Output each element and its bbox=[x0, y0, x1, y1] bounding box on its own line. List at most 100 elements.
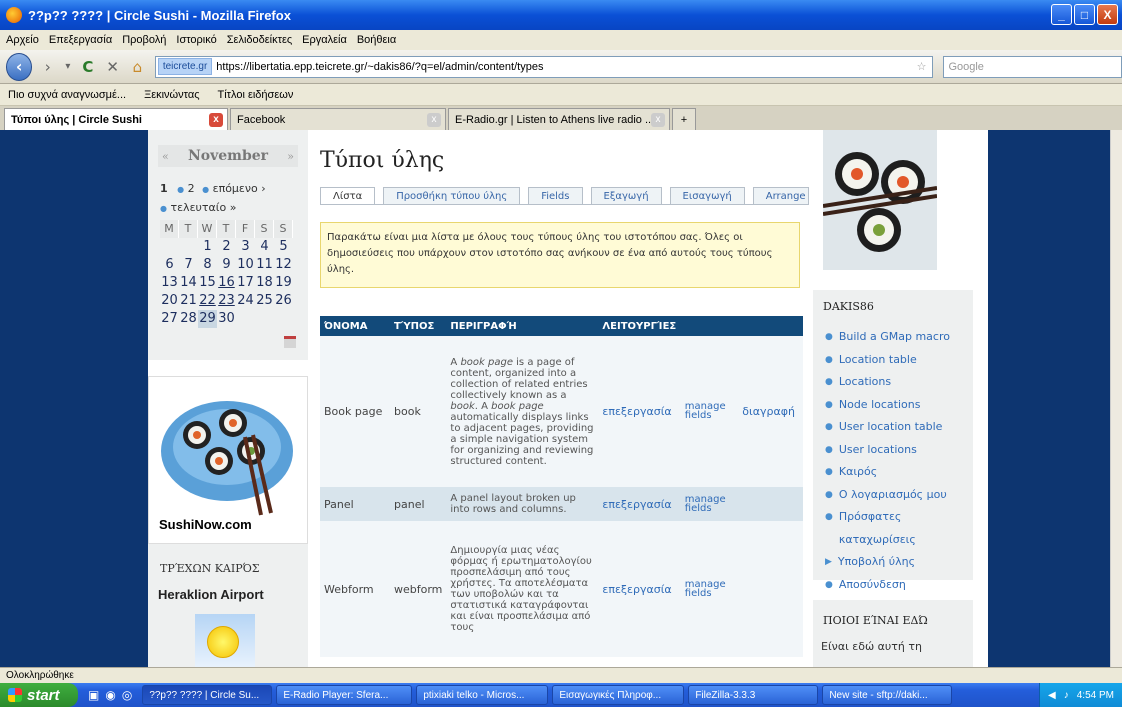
firefox-launch-icon[interactable]: ◉ bbox=[105, 688, 115, 702]
tab-label: E-Radio.gr | Listen to Athens live radio… bbox=[455, 113, 655, 126]
calendar-day: 18 bbox=[256, 275, 273, 290]
column-header-type[interactable]: ΤΎΠΟΣ bbox=[390, 316, 447, 336]
edit-link[interactable]: επεξεργασία bbox=[598, 336, 681, 487]
menu-edit[interactable]: Επεξεργασία bbox=[49, 34, 112, 46]
user-menu-item[interactable]: ● Πρόσφατες καταχωρίσεις bbox=[825, 506, 973, 551]
menu-bookmarks[interactable]: Σελιδοδείκτες bbox=[227, 34, 292, 46]
tab-import[interactable]: Εισαγωγή bbox=[669, 187, 745, 205]
user-menu-item[interactable]: ● Locations bbox=[825, 371, 973, 394]
calendar-day[interactable]: 23 bbox=[217, 292, 236, 310]
column-header-description: ΠΕΡΙΓΡΑΦΉ bbox=[446, 316, 599, 336]
forward-button[interactable]: › bbox=[38, 58, 57, 76]
tab-close-icon[interactable]: x bbox=[651, 112, 665, 127]
close-button[interactable]: X bbox=[1097, 4, 1118, 25]
menu-view[interactable]: Προβολή bbox=[122, 34, 166, 46]
tab-close-icon[interactable]: x bbox=[427, 112, 441, 127]
browser-launch-icon[interactable]: ◎ bbox=[122, 688, 132, 702]
bookmark-getting-started[interactable]: Ξεκινώντας bbox=[144, 89, 199, 101]
manage-fields-link[interactable]: manage fields bbox=[685, 402, 731, 421]
calendar-weekday-header: S bbox=[255, 220, 274, 238]
calendar-prev-link[interactable]: « bbox=[162, 150, 169, 163]
window-titlebar: ??p?? ???? | Circle Sushi - Mozilla Fire… bbox=[0, 0, 1122, 30]
taskbar-item-eradio[interactable]: E-Radio Player: Sfera... bbox=[276, 685, 413, 705]
pager-page-2[interactable]: 2 bbox=[188, 182, 195, 195]
user-menu-item[interactable]: ● User locations bbox=[825, 439, 973, 462]
site-identity-badge[interactable]: teicrete.gr bbox=[157, 58, 213, 75]
history-dropdown-icon[interactable]: ▾ bbox=[63, 61, 72, 72]
page-viewport: « November » 1 ● 2 ● επόμενο › ● τελευτα… bbox=[0, 130, 1110, 667]
menu-tools[interactable]: Εργαλεία bbox=[302, 34, 347, 46]
calendar-feed-icon[interactable] bbox=[284, 336, 296, 348]
minimize-button[interactable]: _ bbox=[1051, 4, 1072, 25]
pager-last[interactable]: τελευταίο » bbox=[170, 201, 236, 214]
bookmark-most-visited[interactable]: Πιο συχνά αναγνωσμέ... bbox=[8, 89, 126, 101]
bookmark-star-icon[interactable]: ☆ bbox=[917, 60, 927, 73]
pager-next[interactable]: επόμενο › bbox=[213, 182, 266, 195]
stop-icon[interactable]: ✕ bbox=[103, 58, 122, 76]
tab-add-content-type[interactable]: Προσθήκη τύπου ύλης bbox=[383, 187, 521, 205]
bookmark-headlines[interactable]: Τίτλοι ειδήσεων bbox=[218, 89, 294, 101]
calendar-day: 17 bbox=[237, 275, 254, 290]
user-menu-item[interactable]: ● Καιρός bbox=[825, 461, 973, 484]
new-tab-button[interactable]: + bbox=[672, 108, 696, 130]
manage-fields-link[interactable]: manage fields bbox=[685, 494, 731, 513]
calendar-day[interactable]: 22 bbox=[198, 292, 217, 310]
calendar-day: 11 bbox=[256, 257, 273, 272]
taskbar-item-firefox[interactable]: ??p?? ???? | Circle Su... bbox=[142, 685, 273, 705]
taskbar-item-filezilla[interactable]: New site - sftp://daki... bbox=[822, 685, 953, 705]
calendar-next-link[interactable]: » bbox=[287, 150, 294, 163]
menu-file[interactable]: Αρχείο bbox=[6, 34, 39, 46]
taskbar-item-powerpoint[interactable]: Εισαγωγικές Πληροφ... bbox=[552, 685, 685, 705]
tab-arrange[interactable]: Arrange bbox=[752, 187, 809, 205]
tab-label: Τύποι ύλης | Circle Sushi bbox=[11, 113, 142, 126]
user-menu-item[interactable]: ● User location table bbox=[825, 416, 973, 439]
browser-tab-active[interactable]: Τύποι ύλης | Circle Sushi x bbox=[4, 108, 228, 130]
tab-export[interactable]: Εξαγωγή bbox=[590, 187, 662, 205]
delete-link[interactable]: διαγραφή bbox=[738, 336, 803, 487]
show-desktop-icon[interactable]: ▣ bbox=[88, 688, 99, 702]
column-header-name[interactable]: ΌΝΟΜΑ bbox=[320, 316, 390, 336]
volume-icon[interactable]: ♪ bbox=[1064, 690, 1069, 701]
calendar-day[interactable]: 16 bbox=[217, 274, 236, 292]
maximize-button[interactable]: □ bbox=[1074, 4, 1095, 25]
tab-fields[interactable]: Fields bbox=[528, 187, 583, 205]
expand-arrow-icon: ▶ bbox=[825, 557, 832, 567]
taskbar-item-folder[interactable]: FileZilla-3.3.3 bbox=[688, 685, 819, 705]
menu-help[interactable]: Βοήθεια bbox=[357, 34, 396, 46]
calendar-day: 30 bbox=[218, 311, 235, 326]
start-button[interactable]: start bbox=[0, 683, 78, 707]
home-icon[interactable]: ⌂ bbox=[128, 58, 147, 76]
vertical-scrollbar[interactable] bbox=[1110, 130, 1122, 667]
calendar-day: 1 bbox=[203, 239, 212, 254]
bullet-icon: ● bbox=[825, 489, 833, 500]
user-menu-item[interactable]: ● Ο λογαριασμός μου bbox=[825, 484, 973, 507]
browser-tab-facebook[interactable]: Facebook x bbox=[230, 108, 446, 130]
row-description: A panel layout broken up into rows and c… bbox=[446, 487, 599, 521]
sushi-advertisement[interactable]: SushiNow.com bbox=[148, 376, 308, 544]
user-menu-item[interactable]: ● Location table bbox=[825, 349, 973, 372]
edit-link[interactable]: επεξεργασία bbox=[598, 487, 681, 521]
url-text[interactable]: https://libertatia.epp.teicrete.gr/~daki… bbox=[216, 61, 543, 73]
browser-tab-eradio[interactable]: E-Radio.gr | Listen to Athens live radio… bbox=[448, 108, 670, 130]
tab-close-icon[interactable]: x bbox=[209, 112, 223, 127]
whos-online-block: ΠΟΙΟΙ ΕΊΝΑΙ ΕΔΏ Είναι εδώ αυτή τη bbox=[813, 600, 973, 667]
taskbar-item-word[interactable]: ptixiaki telko - Micros... bbox=[416, 685, 549, 705]
menu-history[interactable]: Ιστορικό bbox=[176, 34, 216, 46]
user-menu-item[interactable]: ● Build a GMap macro bbox=[825, 326, 973, 349]
user-menu-item-label: User location table bbox=[838, 420, 943, 433]
reload-icon[interactable]: C bbox=[79, 58, 98, 76]
edit-link[interactable]: επεξεργασία bbox=[598, 521, 681, 657]
pager-current: 1 bbox=[160, 182, 168, 195]
tab-list[interactable]: Λίστα bbox=[320, 187, 376, 205]
search-input[interactable]: Google bbox=[943, 55, 1122, 78]
user-menu-item[interactable]: ● Node locations bbox=[825, 394, 973, 417]
row-type: book bbox=[390, 336, 447, 487]
desc-text: . A bbox=[474, 400, 492, 412]
back-button[interactable]: ‹ bbox=[6, 52, 33, 81]
user-menu-item[interactable]: ● Αποσύνδεση bbox=[825, 574, 973, 597]
browser-tab-strip: Τύποι ύλης | Circle Sushi x Facebook x E… bbox=[0, 106, 1122, 130]
manage-fields-link[interactable]: manage fields bbox=[685, 579, 731, 598]
user-menu-item[interactable]: ▶ Υποβολή ύλης bbox=[825, 551, 973, 574]
url-bar[interactable]: teicrete.gr https://libertatia.epp.teicr… bbox=[154, 55, 934, 78]
network-icon[interactable]: ◀ bbox=[1048, 690, 1056, 701]
